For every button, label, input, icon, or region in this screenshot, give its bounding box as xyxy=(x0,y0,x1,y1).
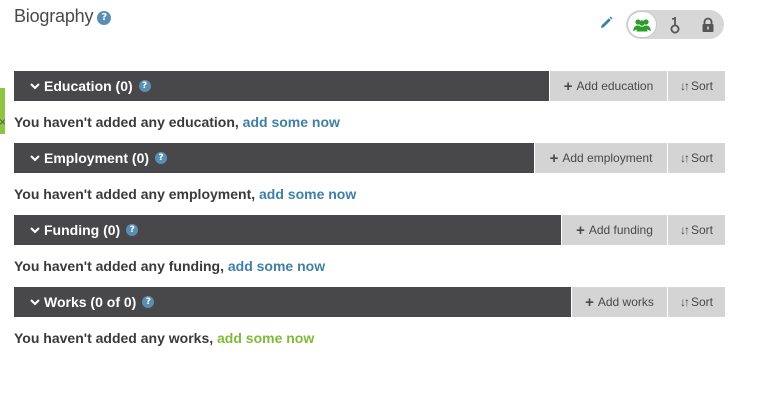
add-some-now-link[interactable]: add some now xyxy=(243,114,340,130)
add-some-now-link[interactable]: add some now xyxy=(228,258,325,274)
biography-title: Biography xyxy=(14,6,94,26)
plus-icon: + xyxy=(576,221,585,239)
chevron-down-icon xyxy=(30,155,40,162)
add-education-button[interactable]: + Add education xyxy=(549,71,667,101)
sort-icon: ↓↑ xyxy=(679,79,690,93)
sort-education-button[interactable]: ↓↑ Sort xyxy=(667,71,725,101)
section-header-employment: Employment (0) ? + Add employment ↓↑ Sor… xyxy=(14,143,725,173)
sort-button-label: Sort xyxy=(690,151,713,165)
biography-heading: Biography ? xyxy=(14,6,112,27)
add-employment-button[interactable]: + Add employment xyxy=(534,143,667,173)
sort-icon: ↓↑ xyxy=(679,151,690,165)
privacy-trusted-button[interactable] xyxy=(658,10,691,39)
pencil-icon[interactable] xyxy=(598,15,614,31)
add-funding-button[interactable]: + Add funding xyxy=(561,215,667,245)
sort-icon: ↓↑ xyxy=(679,223,690,237)
sort-icon: ↓↑ xyxy=(679,295,690,309)
section-title: Funding (0) xyxy=(44,222,121,238)
sort-funding-button[interactable]: ↓↑ Sort xyxy=(667,215,725,245)
empty-text: You haven't added any education, xyxy=(14,114,239,130)
help-icon[interactable]: ? xyxy=(97,10,112,25)
help-icon[interactable]: ? xyxy=(155,152,168,164)
close-icon[interactable]: × xyxy=(0,116,6,128)
add-button-label: Add employment xyxy=(562,151,653,165)
section-header-works: Works (0 of 0) ? + Add works ↓↑ Sort xyxy=(14,287,725,317)
empty-text: You haven't added any funding, xyxy=(14,258,224,274)
plus-icon: + xyxy=(563,77,573,95)
plus-icon: + xyxy=(549,149,559,167)
lock-icon xyxy=(702,17,713,32)
privacy-selector xyxy=(626,10,724,39)
section-title: Education (0) xyxy=(44,78,133,94)
empty-text: You haven't added any works, xyxy=(14,330,214,346)
section-header-education: Education (0) ? + Add education ↓↑ Sort xyxy=(14,71,725,101)
add-button-label: Add works xyxy=(597,295,654,309)
plus-icon: + xyxy=(585,293,594,311)
group-icon xyxy=(633,18,651,31)
add-some-now-link[interactable]: add some now xyxy=(259,186,356,202)
sort-employment-button[interactable]: ↓↑ Sort xyxy=(667,143,725,173)
key-icon xyxy=(670,16,679,33)
chevron-down-icon xyxy=(30,299,40,306)
help-icon[interactable]: ? xyxy=(142,296,155,308)
sort-button-label: Sort xyxy=(690,295,713,309)
section-toggle-works[interactable]: Works (0 of 0) ? xyxy=(14,287,571,317)
help-icon[interactable]: ? xyxy=(138,80,151,92)
chevron-down-icon xyxy=(30,227,40,234)
empty-text: You haven't added any employment, xyxy=(14,186,256,202)
add-button-label: Add education xyxy=(576,79,654,93)
sort-button-label: Sort xyxy=(690,223,713,237)
add-works-button[interactable]: + Add works xyxy=(571,287,667,317)
section-title: Employment (0) xyxy=(44,150,150,166)
empty-message-funding: You haven't added any funding, add some … xyxy=(14,258,325,274)
privacy-private-button[interactable] xyxy=(691,10,724,39)
section-toggle-employment[interactable]: Employment (0) ? xyxy=(14,143,534,173)
add-some-now-link[interactable]: add some now xyxy=(217,330,314,346)
empty-message-education: You haven't added any education, add som… xyxy=(14,114,340,130)
section-title: Works (0 of 0) xyxy=(44,294,137,310)
section-toggle-funding[interactable]: Funding (0) ? xyxy=(14,215,561,245)
chevron-down-icon xyxy=(30,83,40,90)
section-toggle-education[interactable]: Education (0) ? xyxy=(14,71,549,101)
empty-message-works: You haven't added any works, add some no… xyxy=(14,330,314,346)
sort-works-button[interactable]: ↓↑ Sort xyxy=(667,287,725,317)
add-button-label: Add funding xyxy=(588,223,653,237)
sort-button-label: Sort xyxy=(690,79,713,93)
help-icon[interactable]: ? xyxy=(126,224,139,236)
section-header-funding: Funding (0) ? + Add funding ↓↑ Sort xyxy=(14,215,725,245)
empty-message-employment: You haven't added any employment, add so… xyxy=(14,186,356,202)
privacy-everyone-button[interactable] xyxy=(628,12,656,37)
